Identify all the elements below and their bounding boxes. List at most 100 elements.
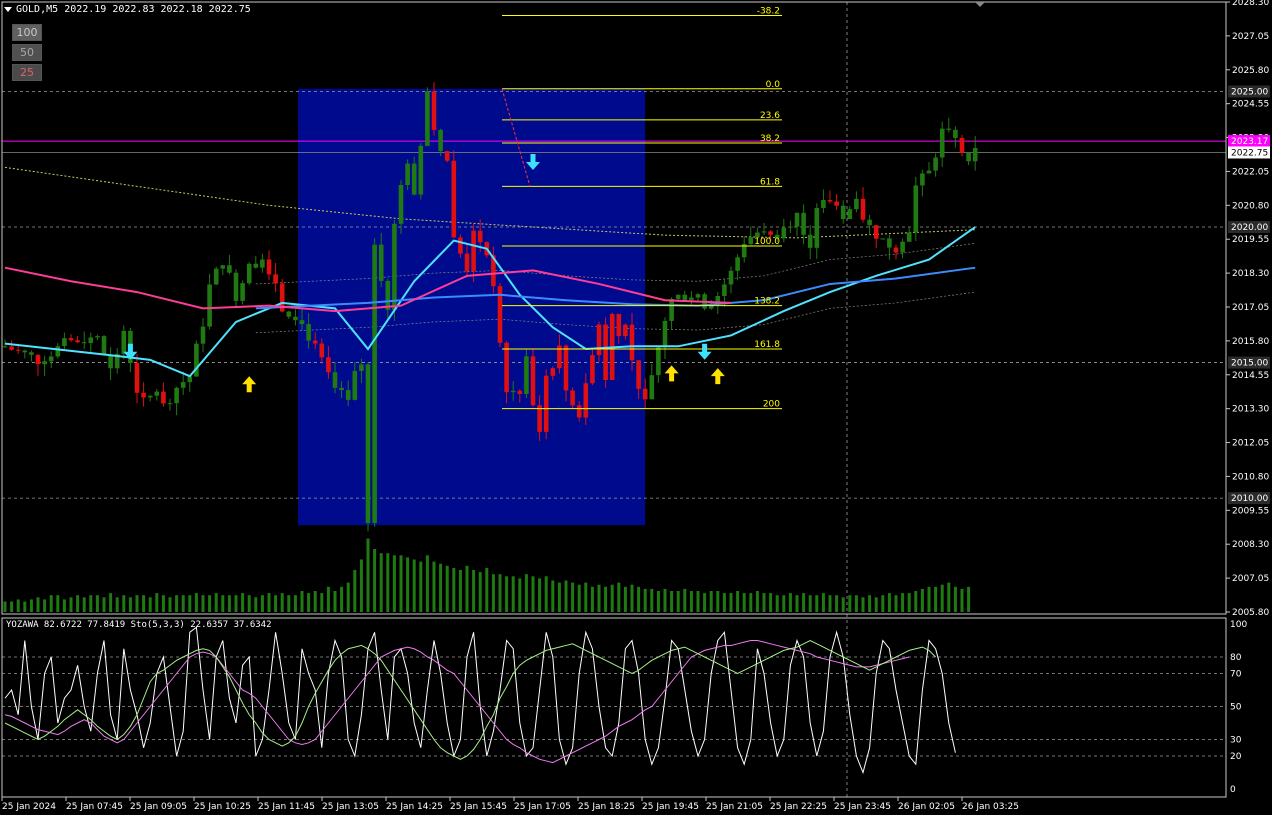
candle-body[interactable] [207,284,212,327]
candle-body[interactable] [246,263,252,284]
candle-body[interactable] [880,238,886,240]
candle-body[interactable] [616,313,622,337]
candle-body[interactable] [913,185,919,233]
candle-body[interactable] [603,324,608,380]
candle-body[interactable] [405,163,410,186]
candle-body[interactable] [471,230,476,272]
candle-body[interactable] [187,376,193,383]
candle-body[interactable] [233,272,239,301]
candle-body[interactable] [893,247,899,253]
candle-body[interactable] [972,148,978,162]
candle-body[interactable] [794,212,800,227]
candle-body[interactable] [464,253,470,272]
chevron-down-icon[interactable] [4,6,12,12]
candle-body[interactable] [48,356,54,362]
candle-body[interactable] [735,257,740,271]
candle-body[interactable] [675,294,681,299]
candle-body[interactable] [900,241,905,253]
candle-body[interactable] [227,265,232,273]
candle-body[interactable] [88,337,94,344]
candle-body[interactable] [352,370,358,400]
candle-body[interactable] [623,324,628,337]
tf-button-100[interactable]: 100 [12,24,42,41]
candle-body[interactable] [517,390,523,394]
candle-body[interactable] [273,274,278,284]
candle-body[interactable] [240,283,245,301]
candle-body[interactable] [180,382,186,388]
candle-body[interactable] [649,375,655,400]
candle-body[interactable] [35,354,41,365]
candle-body[interactable] [834,201,839,206]
candle-body[interactable] [636,360,641,389]
candle-body[interactable] [530,356,536,406]
candle-body[interactable] [873,225,879,239]
candle-body[interactable] [748,237,754,244]
candle-body[interactable] [174,387,179,404]
candle-body[interactable] [781,227,787,239]
candle-body[interactable] [121,330,127,354]
candle-body[interactable] [418,145,424,195]
candle-body[interactable] [867,219,872,226]
candle-body[interactable] [920,173,925,186]
candle-body[interactable] [814,208,820,248]
candle-body[interactable] [95,336,100,338]
candle-body[interactable] [550,368,556,376]
candle-body[interactable] [438,129,443,152]
candle-body[interactable] [220,265,226,269]
candle-body[interactable] [728,270,734,285]
candle-body[interactable] [537,405,542,432]
candle-body[interactable] [563,345,569,391]
candle-body[interactable] [840,205,846,220]
candle-body[interactable] [365,364,371,524]
candle-body[interactable] [854,198,859,210]
candle-body[interactable] [68,338,74,341]
candle-body[interactable] [761,231,767,233]
candle-body[interactable] [15,349,21,351]
candle-body[interactable] [293,316,298,321]
candle-body[interactable] [339,387,344,391]
candle-body[interactable] [570,390,575,406]
candle-body[interactable] [788,226,793,228]
candle-body[interactable] [953,129,958,138]
candle-body[interactable] [42,361,47,365]
candle-body[interactable] [444,151,450,161]
candle-body[interactable] [9,346,14,350]
candle-body[interactable] [326,357,331,373]
candle-body[interactable] [286,311,292,317]
candle-body[interactable] [689,297,694,300]
candle-body[interactable] [147,395,153,398]
candle-body[interactable] [108,355,113,369]
candle-body[interactable] [306,324,311,341]
tf-button-50[interactable]: 50 [12,44,42,61]
candle-body[interactable] [345,390,351,400]
candle-body[interactable] [134,363,140,393]
candle-body[interactable] [372,244,377,524]
candle-body[interactable] [801,212,806,235]
candle-body[interactable] [398,185,404,224]
candle-body[interactable] [253,263,259,268]
candle-body[interactable] [141,392,146,398]
chart-shift-icon[interactable] [975,2,985,7]
candle-body[interactable] [543,375,549,432]
candle-body[interactable] [847,209,853,220]
candle-body[interactable] [669,298,674,321]
candle-body[interactable] [200,326,206,344]
candle-body[interactable] [629,324,635,361]
candle-body[interactable] [642,388,648,400]
candle-body[interactable] [477,230,483,243]
candle-body[interactable] [411,163,417,195]
indicator-panel[interactable] [2,626,1226,775]
candle-body[interactable] [167,403,173,405]
candle-body[interactable] [451,160,457,238]
candle-body[interactable] [75,340,80,343]
candle-body[interactable] [319,343,325,358]
candle-body[interactable] [768,231,773,235]
candle-body[interactable] [590,355,595,384]
candle-body[interactable] [933,157,938,171]
candle-body[interactable] [359,364,364,371]
candle-body[interactable] [959,137,965,153]
candle-body[interactable] [926,170,932,174]
candle-body[interactable] [682,294,688,300]
candle-body[interactable] [524,356,529,394]
candle-body[interactable] [266,259,272,275]
